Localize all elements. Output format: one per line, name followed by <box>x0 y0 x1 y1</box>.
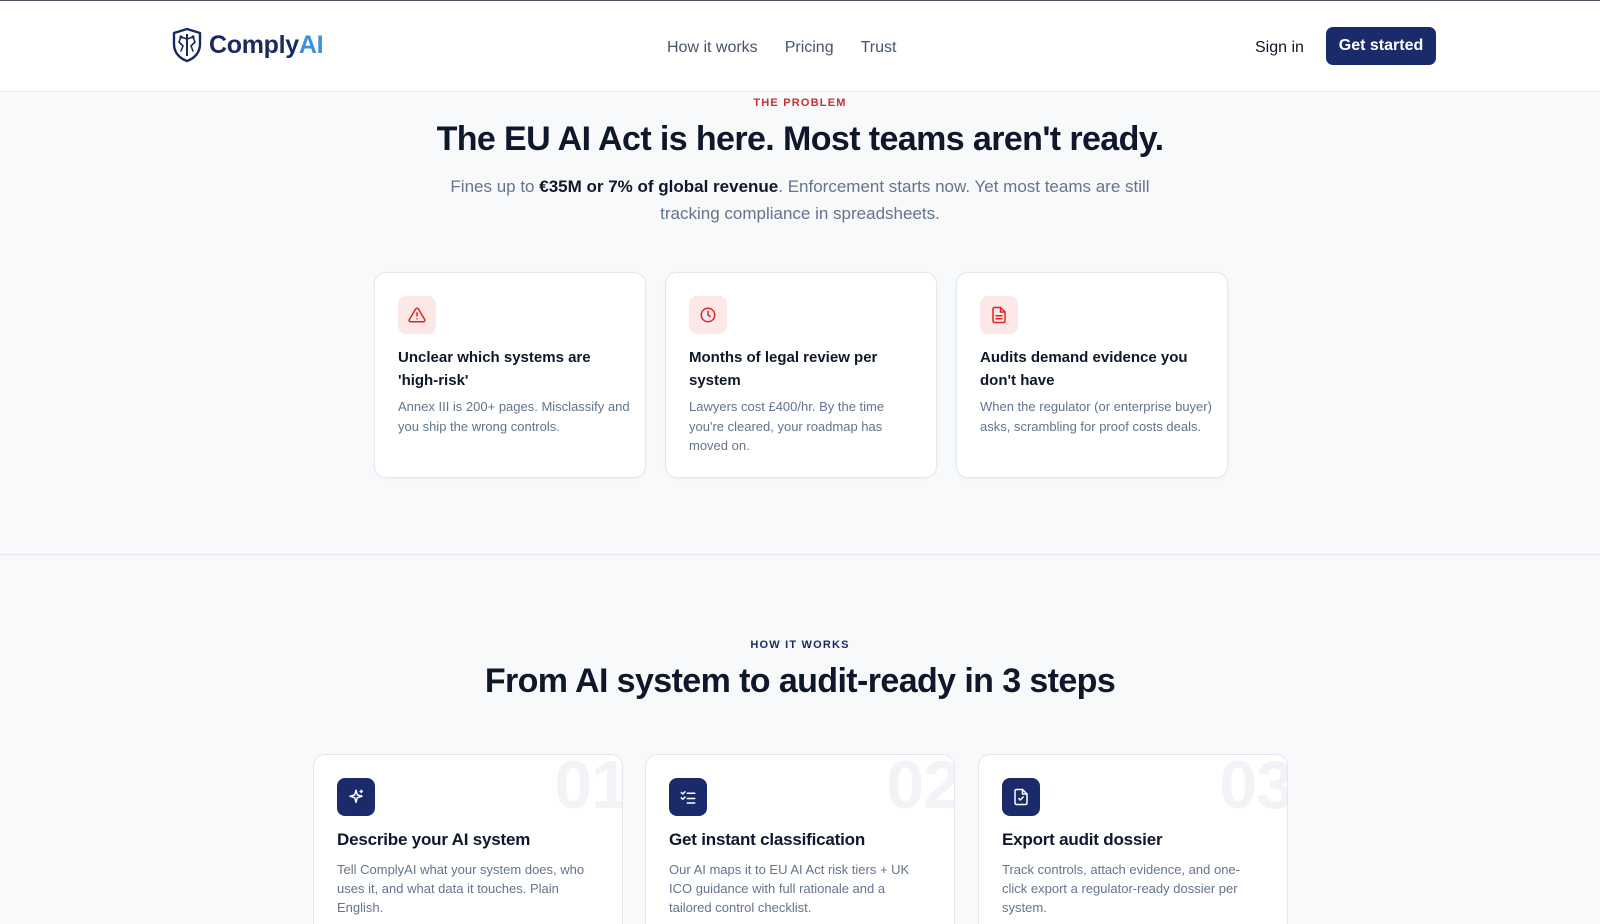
how-eyebrow: HOW IT WORKS <box>750 639 850 651</box>
step-number: 01 <box>554 754 623 823</box>
problem-card: Months of legal review per system Lawyer… <box>665 272 937 478</box>
problem-card-title: Unclear which systems are 'high-risk' <box>398 349 591 389</box>
nav-link-trust[interactable]: Trust <box>861 38 897 58</box>
problem-title: The EU AI Act is here. Most teams aren't… <box>436 120 1164 158</box>
section-divider <box>0 554 1600 555</box>
get-started-button[interactable]: Get started <box>1326 27 1436 65</box>
document-icon <box>980 296 1018 334</box>
sparkle-icon <box>337 778 375 816</box>
step-desc: Track controls, attach evidence, and one… <box>1002 862 1240 915</box>
step-card: 03 Export audit dossier Track controls, … <box>978 754 1288 924</box>
site-header: ComplyAI How it works Pricing Trust Sign… <box>0 1 1600 92</box>
problem-card-desc: Annex III is 200+ pages. Misclassify and… <box>398 399 630 434</box>
step-title: Describe your AI system <box>337 830 531 849</box>
step-title: Export audit dossier <box>1002 830 1163 849</box>
brand-name: ComplyAI <box>209 30 324 59</box>
main-nav: How it works Pricing Trust <box>667 38 896 58</box>
step-desc: Tell ComplyAI what your system does, who… <box>337 862 585 915</box>
warning-triangle-icon <box>398 296 436 334</box>
nav-link-how-it-works[interactable]: How it works <box>667 38 758 58</box>
shield-logo-icon <box>171 27 203 63</box>
problem-card-desc: Lawyers cost £400/hr. By the time you're… <box>689 399 885 453</box>
problem-card-title: Audits demand evidence you don't have <box>980 349 1188 389</box>
problem-card-title: Months of legal review per system <box>689 349 878 389</box>
brand-logo[interactable]: ComplyAI <box>171 27 324 63</box>
sign-in-link[interactable]: Sign in <box>1255 38 1304 58</box>
problem-subtitle: Fines up to €35M or 7% of global revenue… <box>450 177 1150 223</box>
clock-icon <box>689 296 727 334</box>
problem-card: Unclear which systems are 'high-risk' An… <box>374 272 646 478</box>
checklist-icon <box>669 778 707 816</box>
step-card: 01 Describe your AI system Tell ComplyAI… <box>313 754 623 924</box>
export-document-icon <box>1002 778 1040 816</box>
problem-card-desc: When the regulator (or enterprise buyer)… <box>980 399 1212 434</box>
how-title: From AI system to audit-ready in 3 steps <box>484 662 1116 700</box>
step-title: Get instant classification <box>669 830 866 849</box>
step-number: 02 <box>886 754 955 823</box>
step-desc: Our AI maps it to EU AI Act risk tiers +… <box>669 862 910 915</box>
step-card: 02 Get instant classification Our AI map… <box>645 754 955 924</box>
problem-card: Audits demand evidence you don't have Wh… <box>956 272 1228 478</box>
step-number: 03 <box>1219 754 1288 823</box>
nav-link-pricing[interactable]: Pricing <box>785 38 834 58</box>
problem-eyebrow: THE PROBLEM <box>753 97 847 109</box>
